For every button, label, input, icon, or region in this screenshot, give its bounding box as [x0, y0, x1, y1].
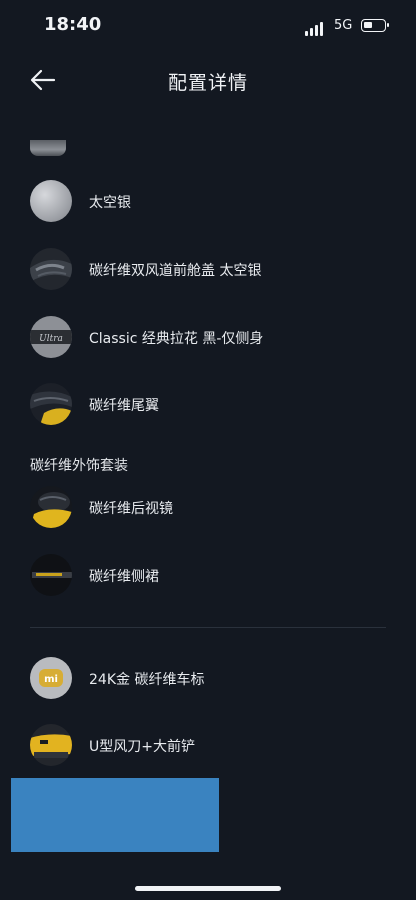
home-indicator[interactable] — [135, 886, 281, 891]
list-item: 碳纤维双风道前舱盖 太空银 — [30, 248, 390, 292]
silver-swatch-icon — [30, 180, 72, 222]
list-item: U型风刀+大前铲 — [30, 724, 390, 768]
list-item: Ultra Classic 经典拉花 黑-仅侧身 — [30, 316, 390, 360]
badge-image-icon: mi — [30, 657, 72, 699]
page-title: 配置详情 — [167, 72, 248, 94]
item-label: Classic 经典拉花 黑-仅侧身 — [89, 331, 264, 347]
svg-text:Ultra: Ultra — [39, 334, 63, 344]
svg-text:mi: mi — [44, 674, 58, 685]
battery-icon — [361, 19, 389, 32]
list-item: 碳纤维侧裙 — [30, 554, 390, 598]
network-type: 5G — [334, 18, 353, 33]
status-time: 18:40 — [44, 14, 102, 35]
redaction-overlay — [11, 778, 219, 852]
item-label: 碳纤维尾翼 — [89, 398, 159, 414]
list-item: mi 24K金 碳纤维车标 — [30, 657, 390, 701]
item-label: U型风刀+大前铲 — [89, 739, 195, 755]
list-item: 碳纤维后视镜 — [30, 486, 390, 530]
partial-item-thumbnail — [30, 140, 66, 156]
section-title: 碳纤维外饰套装 — [30, 458, 128, 474]
mirror-image-icon — [30, 486, 72, 528]
list-item: 碳纤维尾翼 — [30, 383, 390, 427]
wing-image-icon — [30, 383, 72, 425]
item-label: 碳纤维后视镜 — [89, 501, 173, 517]
item-label: 太空银 — [89, 195, 131, 211]
status-bar: 18:40 5G — [0, 0, 416, 54]
item-label: 碳纤维侧裙 — [89, 569, 159, 585]
hood-image-icon — [30, 248, 72, 290]
side-skirt-image-icon — [30, 554, 72, 596]
signal-icon — [305, 22, 327, 36]
item-label: 碳纤维双风道前舱盖 太空银 — [89, 263, 262, 279]
item-label: 24K金 碳纤维车标 — [89, 672, 205, 688]
front-splitter-image-icon — [30, 724, 72, 766]
list-item: 太空银 — [30, 180, 390, 224]
divider — [30, 627, 386, 628]
decal-image-icon: Ultra — [30, 316, 72, 358]
